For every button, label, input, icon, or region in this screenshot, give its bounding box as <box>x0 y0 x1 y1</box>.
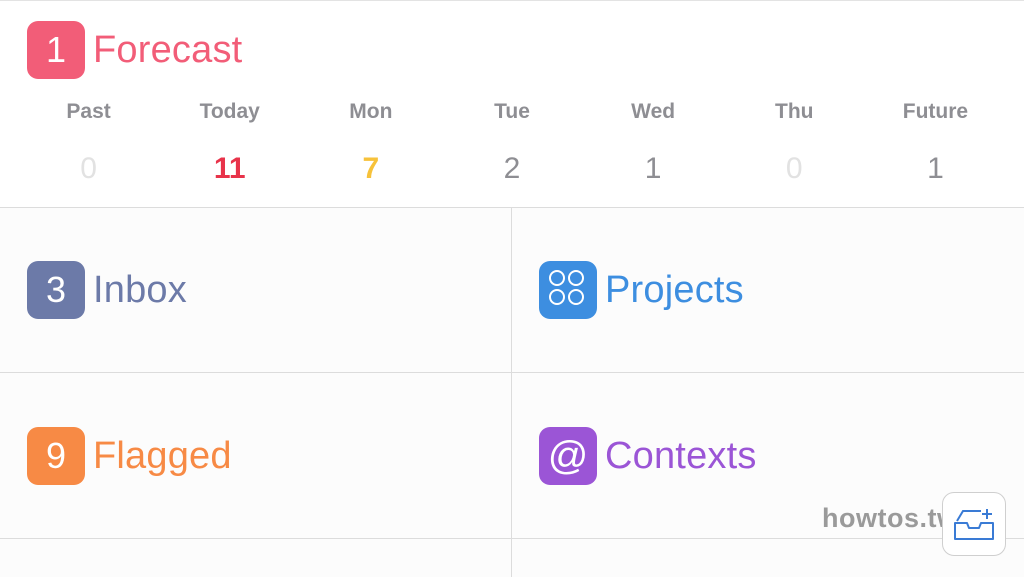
forecast-day-thu[interactable]: Thu 0 <box>724 97 865 187</box>
forecast-day-tue[interactable]: Tue 2 <box>441 97 582 187</box>
forecast-panel[interactable]: 1 Forecast Past 0 Today 11 Mon 7 Tue 2 W… <box>0 0 1024 207</box>
forecast-day-mon[interactable]: Mon 7 <box>300 97 441 187</box>
day-label: Wed <box>631 100 676 123</box>
forecast-days: Past 0 Today 11 Mon 7 Tue 2 Wed 1 Thu 0 … <box>18 97 1006 187</box>
divider <box>0 372 1024 373</box>
divider <box>0 538 1024 539</box>
day-count: 2 <box>503 152 521 185</box>
flagged-tile[interactable]: 9 Flagged <box>27 427 232 485</box>
projects-tile[interactable]: Projects <box>539 261 744 319</box>
forecast-day-today[interactable]: Today 11 <box>159 97 300 187</box>
inbox-title: Inbox <box>93 268 187 311</box>
day-count: 1 <box>644 152 662 185</box>
at-sign-icon: @ <box>539 427 597 485</box>
quick-entry-button[interactable] <box>942 492 1006 556</box>
contexts-tile[interactable]: @ Contexts <box>539 427 757 485</box>
projects-dots-icon <box>539 261 597 319</box>
projects-title: Projects <box>605 268 744 311</box>
inbox-tile[interactable]: 3 Inbox <box>27 261 187 319</box>
forecast-title: Forecast <box>93 28 243 71</box>
day-count: 11 <box>213 152 246 185</box>
day-count: 1 <box>927 152 944 185</box>
forecast-header[interactable]: 1 Forecast <box>27 21 242 79</box>
day-label: Past <box>66 100 111 123</box>
day-label: Thu <box>775 100 814 123</box>
day-label: Future <box>902 100 969 123</box>
day-count: 0 <box>80 152 97 185</box>
forecast-day-wed[interactable]: Wed 1 <box>583 97 724 187</box>
divider <box>511 207 512 577</box>
forecast-day-past[interactable]: Past 0 <box>18 97 159 187</box>
day-label: Tue <box>494 100 530 123</box>
day-label: Today <box>199 100 260 123</box>
flagged-count-badge: 9 <box>27 427 85 485</box>
forecast-day-future[interactable]: Future 1 <box>865 97 1006 187</box>
flagged-title: Flagged <box>93 434 232 477</box>
projects-icon-badge <box>539 261 597 319</box>
day-count: 7 <box>362 152 380 185</box>
forecast-count-badge: 1 <box>27 21 85 79</box>
day-label: Mon <box>349 100 393 123</box>
watermark: howtos.tw <box>822 503 959 533</box>
contexts-title: Contexts <box>605 434 757 477</box>
inbox-tray-add-icon <box>954 509 994 540</box>
divider <box>0 207 1024 208</box>
day-count: 0 <box>785 152 803 185</box>
inbox-count-badge: 3 <box>27 261 85 319</box>
